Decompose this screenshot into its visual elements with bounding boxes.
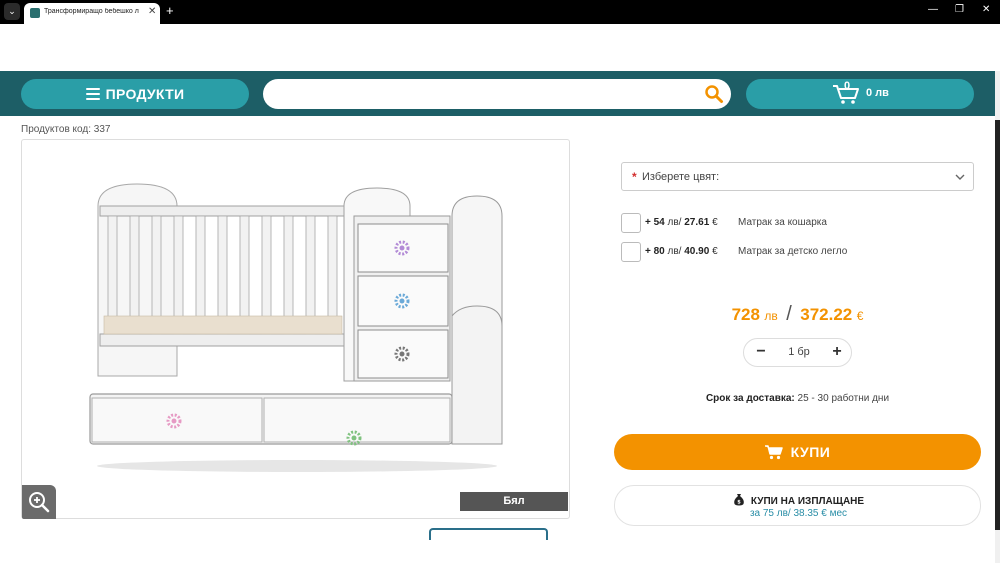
window-minimize-button[interactable]: — <box>928 4 938 15</box>
installment-amount: за 75 лв/ 38.35 € мес <box>749 508 848 519</box>
browser-tab-active[interactable]: Трансформиращо бебешко л ✕ <box>24 3 160 24</box>
installment-button[interactable]: $ КУПИ НА ИЗПЛАЩАНЕ за 75 лв/ 38.35 € ме… <box>614 485 981 526</box>
color-select-placeholder: Изберете цвят: <box>642 171 720 183</box>
addon-option: + 54 лв/ 27.61 € Матрак за кошарка <box>621 213 981 233</box>
price-eur: 372.22 <box>800 305 853 324</box>
price-bgn: 728 <box>731 305 760 324</box>
addon-price: + 54 лв/ 27.61 € <box>645 217 718 228</box>
price-eur-currency: € <box>856 309 864 323</box>
window-close-button[interactable]: ✕ <box>982 4 990 15</box>
search-icon[interactable] <box>704 84 724 104</box>
addon-checkbox[interactable] <box>621 242 641 262</box>
browser-tab-bar: ⌄ Трансформиращо бебешко л ✕ + — ❐ ✕ <box>0 0 1000 24</box>
addon-name: Матрак за детско легло <box>738 246 848 257</box>
color-badge: Бял <box>460 492 568 511</box>
required-marker: * <box>632 170 637 184</box>
price-bgn-currency: лв <box>764 309 778 323</box>
chevron-down-icon <box>955 174 965 180</box>
installment-title: $ КУПИ НА ИЗПЛАЩАНЕ <box>615 493 982 507</box>
tab-close-icon[interactable]: ✕ <box>148 6 156 17</box>
delivery-value: 25 - 30 работни дни <box>797 393 890 404</box>
buy-button[interactable]: КУПИ <box>614 434 981 470</box>
cart-total: 0 лв <box>866 87 889 99</box>
cart-button[interactable]: 0 0 лв <box>746 79 974 109</box>
product-image-panel: Бял <box>21 139 570 519</box>
site-favicon-icon <box>30 8 40 18</box>
addon-price: + 80 лв/ 40.90 € <box>645 246 718 257</box>
products-menu-label: ПРОДУКТИ <box>105 86 185 102</box>
quantity-value[interactable]: 1 бр <box>782 346 816 358</box>
money-bag-icon: $ <box>734 494 744 506</box>
cart-icon <box>764 444 783 459</box>
search-input[interactable] <box>273 84 693 104</box>
tab-list-menu-button[interactable]: ⌄ <box>4 3 20 20</box>
addon-checkbox[interactable] <box>621 213 641 233</box>
products-menu-button[interactable]: ПРОДУКТИ <box>21 79 249 109</box>
quantity-increase-button[interactable]: + <box>828 342 846 362</box>
product-code: Продуктов код: 337 <box>21 124 111 135</box>
buy-label: КУПИ <box>790 444 831 460</box>
cart-item-count: 0 <box>844 80 851 92</box>
svg-text:$: $ <box>737 500 741 506</box>
search-bar <box>263 79 731 109</box>
addon-name: Матрак за кошарка <box>738 217 827 228</box>
delivery-time: Срок за доставка: 25 - 30 работни дни <box>621 393 974 404</box>
color-select[interactable]: * Изберете цвят: <box>621 162 974 191</box>
price-separator: / <box>786 303 792 325</box>
product-image-crib[interactable] <box>82 176 512 476</box>
product-price: 728 лв / 372.22 € <box>621 303 974 326</box>
zoom-in-icon <box>29 492 50 513</box>
addon-option: + 80 лв/ 40.90 € Матрак за детско легло <box>621 242 981 262</box>
site-top-area <box>0 24 1000 72</box>
quantity-decrease-button[interactable]: − <box>752 342 770 362</box>
hamburger-icon <box>85 88 100 100</box>
new-tab-button[interactable]: + <box>166 3 174 18</box>
tab-title: Трансформиращо бебешко л <box>44 8 139 15</box>
site-navbar: ПРОДУКТИ 0 0 лв <box>0 71 995 116</box>
delivery-label: Срок за доставка: <box>705 393 795 404</box>
thumbnail-active[interactable] <box>429 528 548 540</box>
zoom-button[interactable] <box>22 485 56 519</box>
quantity-stepper: − 1 бр + <box>743 338 852 367</box>
window-maximize-button[interactable]: ❐ <box>955 4 964 15</box>
page-scrollbar-thumb[interactable] <box>995 120 1000 530</box>
